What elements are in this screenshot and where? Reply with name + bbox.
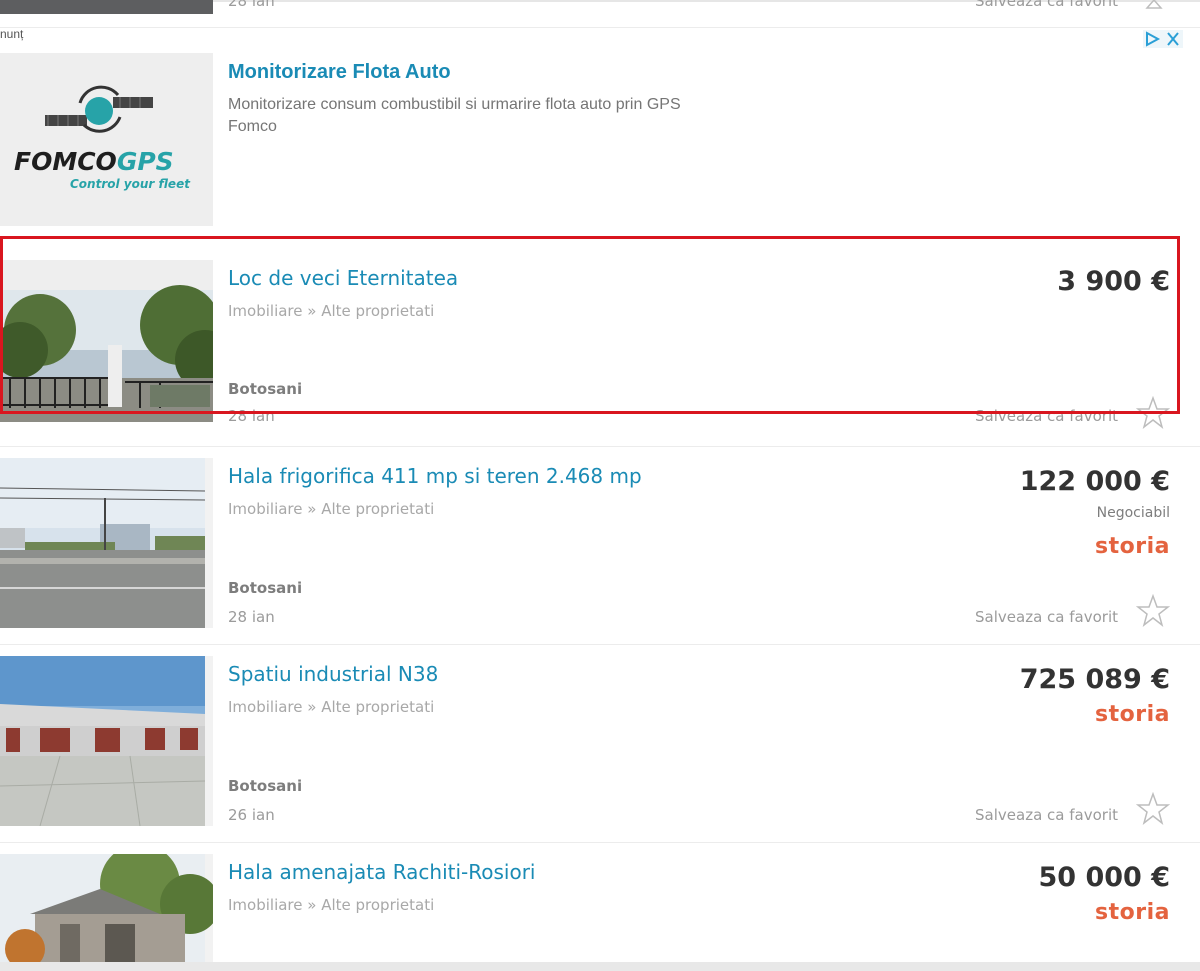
storia-logo: storia [1095,534,1170,559]
ad-description: Monitorizare consum combustibil si urmar… [228,96,681,113]
ad-label: nunț [0,27,24,41]
listing-date: 28 ian [228,407,275,425]
listing-thumbnail[interactable] [0,854,213,962]
listing-date: 26 ian [228,806,275,824]
star-icon[interactable] [1139,0,1169,10]
listing-city: Botosani [228,380,303,398]
listing-city: Botosani [228,777,303,795]
ad-title-link[interactable]: Monitorizare Flota Auto [228,61,451,84]
listing-title-link[interactable]: Loc de veci Eternitatea [228,266,458,290]
storia-logo: storia [1095,702,1170,727]
save-favorite-link[interactable]: Salveaza ca favorit [975,608,1118,626]
listing-category: Imobiliare » Alte proprietati [228,302,435,320]
logo-tagline: Control your fleet [70,177,191,191]
listing-thumbnail[interactable] [0,458,213,628]
listing-item[interactable]: Hala amenajata Rachiti-Rosiori Imobiliar… [0,840,1200,962]
star-icon[interactable] [1136,396,1170,430]
star-icon[interactable] [1136,792,1170,826]
star-icon[interactable] [1136,594,1170,628]
listing-city: Botosani [228,579,303,597]
listing-category: Imobiliare » Alte proprietati [228,698,435,716]
listing-item[interactable]: Spatiu industrial N38 Imobiliare » Alte … [0,642,1200,840]
save-favorite-link[interactable]: Salveaza ca favorit [975,407,1118,425]
ad-logo[interactable]: FOMCOGPS Control your fleet [0,53,213,226]
listing-item[interactable]: Loc de veci Eternitatea Imobiliare » Alt… [0,246,1200,444]
listing-title-link[interactable]: Hala frigorifica 411 mp si teren 2.468 m… [228,464,642,488]
listing-price: 3 900 € [1057,266,1170,297]
prev-listing-thumbnail[interactable] [0,0,213,14]
ad-brand: Fomco [228,118,277,135]
listing-date: 28 ian [228,608,275,626]
negotiable-label: Negociabil [1096,505,1170,521]
storia-logo: storia [1095,900,1170,925]
listing-item[interactable]: Hala frigorifica 411 mp si teren 2.468 m… [0,444,1200,642]
listing-category: Imobiliare » Alte proprietati [228,896,435,914]
prev-listing-date: 28 ian [228,0,275,10]
listing-thumbnail[interactable] [0,656,213,826]
listing-title-link[interactable]: Spatiu industrial N38 [228,662,438,686]
divider [0,27,1200,28]
save-favorite-link[interactable]: Salveaza ca favorit [975,806,1118,824]
adchoices-icon[interactable] [1143,30,1183,48]
listing-category: Imobiliare » Alte proprietati [228,500,435,518]
prev-listing-favorite-label[interactable]: Salveaza ca favorit [975,0,1118,10]
logo-text: FOMCOGPS [14,147,174,176]
fomco-gps-logo: FOMCOGPS Control your fleet [14,85,191,191]
listing-price: 50 000 € [1038,862,1170,893]
listing-price: 122 000 € [1019,466,1170,497]
listing-title-link[interactable]: Hala amenajata Rachiti-Rosiori [228,860,536,884]
bottom-scroll-bar [0,962,1200,971]
listing-thumbnail[interactable] [0,260,213,422]
listing-price: 725 089 € [1019,664,1170,695]
